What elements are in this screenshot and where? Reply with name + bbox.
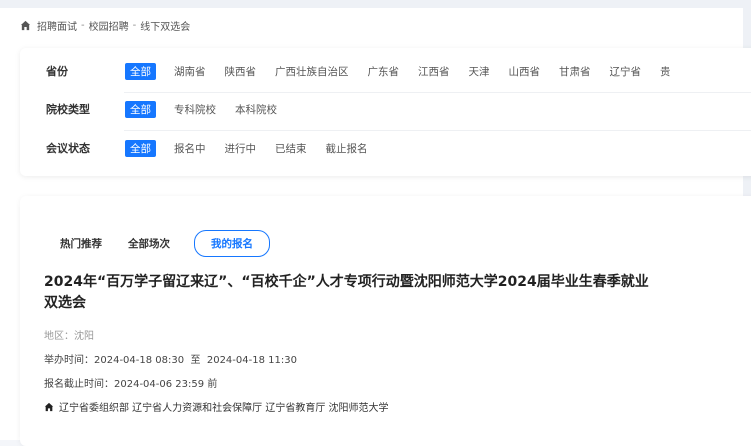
event-tabs: 热门推荐 全部场次 我的报名: [60, 230, 296, 257]
filter-row-school-type: 院校类型 全部 专科院校 本科院校: [20, 90, 751, 128]
breadcrumb-separator: -: [81, 19, 85, 31]
filter-label-province: 省份: [46, 65, 68, 78]
filter-label-meeting-status: 会议状态: [46, 142, 90, 155]
breadcrumb-separator: -: [132, 19, 137, 31]
status-option-ended[interactable]: 已结束: [275, 141, 307, 156]
event-time: 举办时间：2024-04-18 08:30 至 2024-04-18 11:30: [44, 351, 297, 366]
status-option-ongoing[interactable]: 进行中: [225, 141, 257, 156]
breadcrumb-item-campus[interactable]: 校园招聘: [89, 18, 129, 33]
province-option-gansu[interactable]: 甘肃省: [559, 64, 591, 79]
breadcrumb-item-offline-fair: 线下双选会: [140, 21, 191, 33]
status-option-registering[interactable]: 报名中: [174, 141, 206, 156]
province-option-shaanxi[interactable]: 陕西省: [225, 64, 257, 79]
event-region: 地区：沈阳: [44, 327, 94, 342]
event-organizers: 辽宁省委组织部 辽宁省人力资源和社会保障厅 辽宁省教育厅 沈阳师范大学: [44, 399, 389, 414]
deadline-value: 2024-04-06 23:59: [114, 379, 205, 390]
tab-all-sessions[interactable]: 全部场次: [128, 236, 170, 251]
time-end: 2024-04-18 11:30: [206, 355, 297, 366]
province-option-shanxi[interactable]: 山西省: [509, 64, 541, 79]
region-value: 沈阳: [74, 331, 94, 342]
school-type-option-all[interactable]: 全部: [125, 100, 156, 118]
filter-label-school-type: 院校类型: [46, 103, 90, 116]
deadline-label: 报名截止时间：: [44, 379, 114, 390]
province-option-hunan[interactable]: 湖南省: [174, 64, 206, 79]
filter-row-meeting-status: 会议状态 全部 报名中 进行中 已结束 截止报名: [20, 129, 751, 167]
status-option-closed[interactable]: 截止报名: [326, 141, 368, 156]
province-option-guangxi[interactable]: 广西壮族自治区: [275, 64, 349, 79]
time-label: 举办时间：: [44, 355, 94, 366]
province-option-tianjin[interactable]: 天津: [469, 64, 490, 79]
breadcrumb-item-recruit[interactable]: 招聘面试: [37, 18, 77, 33]
event-deadline: 报名截止时间：2024-04-06 23:59 前: [44, 375, 217, 390]
breadcrumb: 招聘面试 - 校园招聘 - 线下双选会: [20, 18, 191, 33]
organizers-text: 辽宁省委组织部 辽宁省人力资源和社会保障厅 辽宁省教育厅 沈阳师范大学: [59, 403, 389, 414]
province-options: 全部 湖南省 陕西省 广西壮族自治区 广东省 江西省 天津 山西省 甘肃省 辽宁…: [125, 62, 690, 80]
meeting-status-options: 全部 报名中 进行中 已结束 截止报名: [125, 139, 387, 157]
province-option-liaoning[interactable]: 辽宁省: [610, 64, 642, 79]
province-option-jiangxi[interactable]: 江西省: [418, 64, 450, 79]
region-label: 地区：: [44, 331, 74, 342]
filter-row-province: 省份 全部 湖南省 陕西省 广西壮族自治区 广东省 江西省 天津 山西省 甘肃省…: [20, 52, 751, 90]
province-option-guizhou[interactable]: 贵: [660, 64, 671, 79]
tab-hot-recommend[interactable]: 热门推荐: [60, 236, 102, 251]
organizer-home-icon: [44, 402, 54, 412]
time-start: 2024-04-18 08:30: [94, 355, 185, 366]
tab-my-registrations[interactable]: 我的报名: [194, 230, 270, 257]
top-strip: [0, 0, 751, 8]
school-type-option-undergraduate[interactable]: 本科院校: [235, 102, 277, 117]
province-option-all[interactable]: 全部: [125, 62, 156, 80]
filter-panel: 省份 全部 湖南省 陕西省 广西壮族自治区 广东省 江西省 天津 山西省 甘肃省…: [20, 48, 751, 176]
status-option-all[interactable]: 全部: [125, 139, 156, 157]
deadline-suffix: 前: [207, 379, 218, 390]
school-type-option-vocational[interactable]: 专科院校: [174, 102, 216, 117]
time-to: 至: [190, 355, 201, 366]
school-type-options: 全部 专科院校 本科院校: [125, 100, 296, 118]
province-option-guangdong[interactable]: 广东省: [368, 64, 400, 79]
home-icon[interactable]: [20, 20, 31, 31]
event-title[interactable]: 2024年“百万学子留辽来辽”、“百校千企”人才专项行动暨沈阳师范大学2024届…: [44, 272, 654, 314]
event-list-card: 热门推荐 全部场次 我的报名 2024年“百万学子留辽来辽”、“百校千企”人才专…: [20, 196, 751, 446]
